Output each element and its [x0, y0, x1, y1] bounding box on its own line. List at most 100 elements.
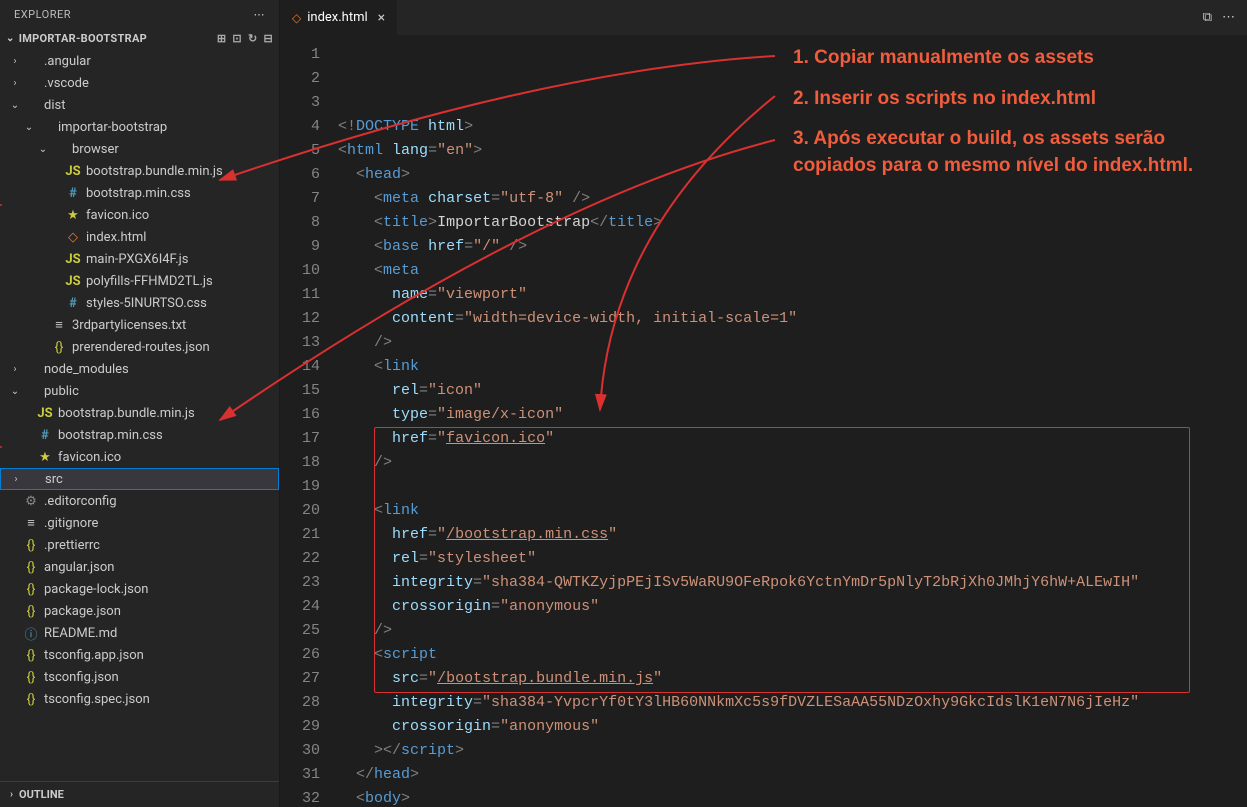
- tree-item-3rdpartylicenses-txt[interactable]: ≡3rdpartylicenses.txt: [0, 314, 279, 336]
- code-line[interactable]: </head>: [338, 763, 1247, 787]
- code-line[interactable]: src="/bootstrap.bundle.min.js": [338, 667, 1247, 691]
- tree-item-styles-5inurtso-css[interactable]: #styles-5INURTSO.css: [0, 292, 279, 314]
- new-file-icon[interactable]: ⊞: [217, 32, 227, 45]
- refresh-icon[interactable]: ↻: [248, 32, 258, 45]
- code-line[interactable]: content="width=device-width, initial-sca…: [338, 307, 1247, 331]
- more-actions-icon[interactable]: ⋯: [1222, 10, 1235, 25]
- tree-item-node-modules[interactable]: ›node_modules: [0, 358, 279, 380]
- project-header[interactable]: ⌄ IMPORTAR-BOOTSTRAP ⊞ ⊡ ↻ ⊟: [0, 29, 279, 48]
- tree-item-src[interactable]: ›src: [0, 468, 279, 490]
- code-line[interactable]: href="favicon.ico": [338, 427, 1247, 451]
- tree-item-index-html[interactable]: ◇index.html: [0, 226, 279, 248]
- tree-item--editorconfig[interactable]: ⚙ .editorconfig: [0, 490, 279, 512]
- tree-item-tsconfig-app-json[interactable]: {}tsconfig.app.json: [0, 644, 279, 666]
- code-line[interactable]: <base href="/" />: [338, 235, 1247, 259]
- tree-item-label: .angular: [44, 54, 91, 69]
- star-icon: ★: [36, 450, 54, 465]
- tree-item-angular-json[interactable]: {} angular.json: [0, 556, 279, 578]
- tree-item-bootstrap-bundle-min-js[interactable]: JSbootstrap.bundle.min.js: [0, 402, 279, 424]
- code-line[interactable]: rel="icon": [338, 379, 1247, 403]
- tree-item-label: favicon.ico: [58, 450, 121, 465]
- tree-item-label: angular.json: [44, 560, 114, 575]
- project-name: IMPORTAR-BOOTSTRAP: [19, 32, 147, 45]
- json-icon: {}: [22, 604, 40, 619]
- code-line[interactable]: <title>ImportarBootstrap</title>: [338, 211, 1247, 235]
- code-line[interactable]: [338, 475, 1247, 499]
- tree-item-public[interactable]: ⌄public: [0, 380, 279, 402]
- more-icon[interactable]: ⋯: [254, 8, 266, 21]
- chevron-right-icon: ›: [10, 789, 13, 800]
- json-icon: {}: [50, 340, 68, 355]
- json-icon: {}: [22, 560, 40, 575]
- tree-item-label: bootstrap.min.css: [86, 186, 191, 201]
- annotation-1: 1. Copiar manualmente os assets: [793, 45, 1223, 72]
- outline-section[interactable]: › OUTLINE: [0, 781, 279, 807]
- code-line[interactable]: />: [338, 331, 1247, 355]
- gear-icon: ⚙: [22, 494, 40, 509]
- code-line[interactable]: crossorigin="anonymous": [338, 595, 1247, 619]
- tree-item-main-pxgx6i4f-js[interactable]: JSmain-PXGX6I4F.js: [0, 248, 279, 270]
- tree-item--angular[interactable]: ›.angular: [0, 50, 279, 72]
- code-line[interactable]: rel="stylesheet": [338, 547, 1247, 571]
- tree-item-readme-md[interactable]: ⓘREADME.md: [0, 622, 279, 644]
- json-icon: {}: [22, 670, 40, 685]
- tree-item-label: public: [44, 384, 79, 399]
- tree-item-bootstrap-bundle-min-js[interactable]: JSbootstrap.bundle.min.js: [0, 160, 279, 182]
- tree-item-label: .vscode: [44, 76, 89, 91]
- css-icon: #: [64, 186, 82, 201]
- file-icon: ≡: [22, 515, 40, 531]
- close-icon[interactable]: ×: [378, 10, 385, 26]
- code-line[interactable]: name="viewport": [338, 283, 1247, 307]
- tab-index-html[interactable]: ◇ index.html ×: [280, 0, 398, 35]
- code-line[interactable]: <body>: [338, 787, 1247, 807]
- tree-item--vscode[interactable]: ›.vscode: [0, 72, 279, 94]
- tree-item-tsconfig-spec-json[interactable]: {}tsconfig.spec.json: [0, 688, 279, 710]
- tree-item-favicon-ico[interactable]: ★favicon.ico: [0, 204, 279, 226]
- code-line[interactable]: />: [338, 619, 1247, 643]
- line-numbers: 1234567891011121314151617181920212223242…: [280, 35, 338, 807]
- tree-item-favicon-ico[interactable]: ★ favicon.ico: [0, 446, 279, 468]
- code-line[interactable]: integrity="sha384-QWTKZyjpPEjISv5WaRU9OF…: [338, 571, 1247, 595]
- code-line[interactable]: <meta: [338, 259, 1247, 283]
- tree-item-importar-bootstrap[interactable]: ⌄ importar-bootstrap: [0, 116, 279, 138]
- code-line[interactable]: integrity="sha384-YvpcrYf0tY3lHB60NNkmXc…: [338, 691, 1247, 715]
- editor-tabs: ◇ index.html × ⧉ ⋯: [280, 0, 1247, 35]
- tree-item-label: polyfills-FFHMD2TL.js: [86, 274, 213, 289]
- tree-item-bootstrap-min-css[interactable]: # bootstrap.min.css: [0, 182, 279, 204]
- tree-item-dist[interactable]: ⌄dist: [0, 94, 279, 116]
- collapse-icon[interactable]: ⊟: [263, 32, 273, 45]
- file-icon: ≡: [50, 317, 68, 333]
- tree-item-browser[interactable]: ⌄browser: [0, 138, 279, 160]
- tree-item--gitignore[interactable]: ≡ .gitignore: [0, 512, 279, 534]
- tree-item-label: README.md: [44, 626, 117, 641]
- code-line[interactable]: crossorigin="anonymous": [338, 715, 1247, 739]
- new-folder-icon[interactable]: ⊡: [232, 32, 242, 45]
- code-line[interactable]: <script: [338, 643, 1247, 667]
- code-line[interactable]: ></script>: [338, 739, 1247, 763]
- code-line[interactable]: <link: [338, 355, 1247, 379]
- tree-item-tsconfig-json[interactable]: {}tsconfig.json: [0, 666, 279, 688]
- tree-item-label: .editorconfig: [44, 494, 117, 509]
- tree-item-label: .gitignore: [44, 516, 98, 531]
- annotation-2: 2. Inserir os scripts no index.html: [793, 86, 1223, 113]
- tree-item-label: tsconfig.app.json: [44, 648, 144, 663]
- tree-item-label: importar-bootstrap: [58, 120, 167, 135]
- tree-item-prerendered-routes-json[interactable]: {}prerendered-routes.json: [0, 336, 279, 358]
- tree-item-package-lock-json[interactable]: {}package-lock.json: [0, 578, 279, 600]
- annotation-3: 3. Após executar o build, os assets serã…: [793, 126, 1223, 179]
- editor-area: ◇ index.html × ⧉ ⋯ 123456789101112131415…: [280, 0, 1247, 807]
- split-editor-icon[interactable]: ⧉: [1203, 10, 1212, 25]
- tree-item-bootstrap-min-css[interactable]: #bootstrap.min.css: [0, 424, 279, 446]
- code-line[interactable]: <link: [338, 499, 1247, 523]
- code-line[interactable]: />: [338, 451, 1247, 475]
- tree-item-package-json[interactable]: {} package.json: [0, 600, 279, 622]
- code-line[interactable]: href="/bootstrap.min.css": [338, 523, 1247, 547]
- annotation-box-files: [0, 446, 2, 448]
- chevron-icon: ⌄: [8, 100, 22, 111]
- chevron-icon: ⌄: [22, 122, 36, 133]
- tree-item--prettierrc[interactable]: {}.prettierrc: [0, 534, 279, 556]
- tree-item-label: package.json: [44, 604, 121, 619]
- tree-item-polyfills-ffhmd2tl-js[interactable]: JSpolyfills-FFHMD2TL.js: [0, 270, 279, 292]
- code-line[interactable]: type="image/x-icon": [338, 403, 1247, 427]
- file-tree[interactable]: ›.angular›.vscode⌄dist⌄importar-bootstra…: [0, 48, 279, 781]
